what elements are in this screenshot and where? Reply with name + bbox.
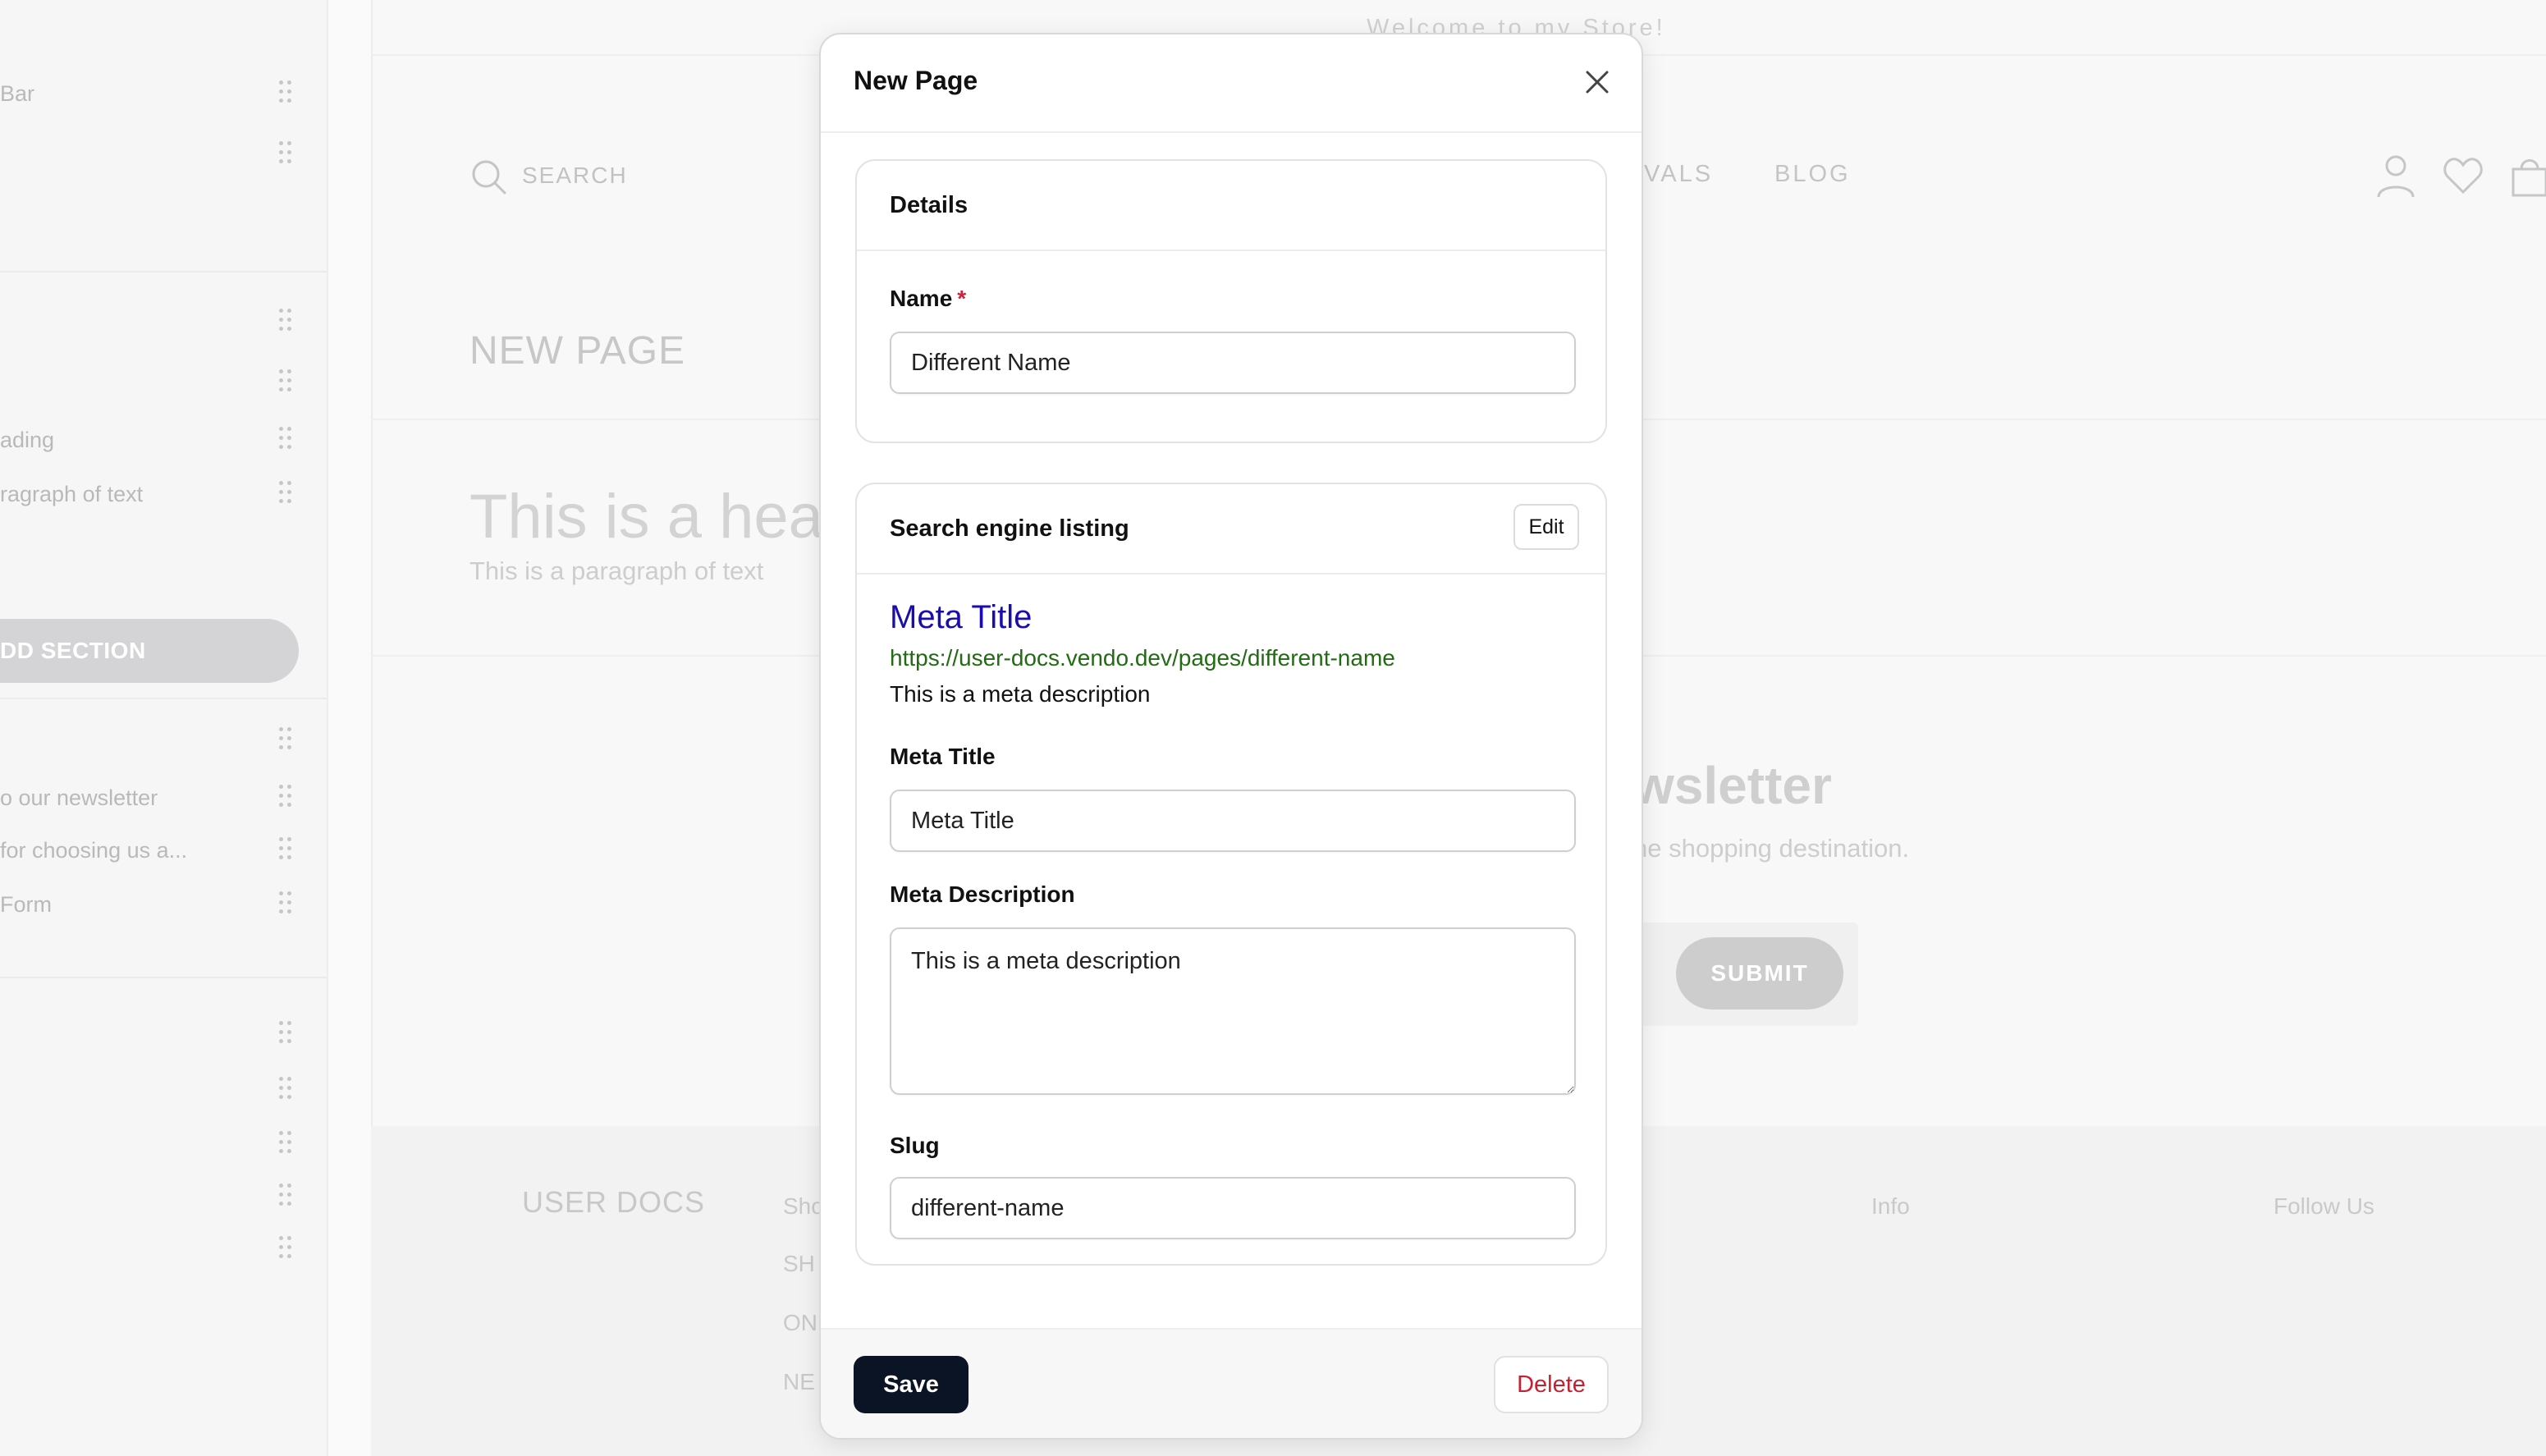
details-card-header: Details (857, 161, 1605, 251)
close-icon[interactable] (1581, 66, 1614, 98)
slug-label: Slug (890, 1133, 940, 1158)
sidebar-block-row[interactable] (0, 297, 327, 346)
sidebar-block-row[interactable] (0, 716, 327, 765)
nav-item-blog[interactable]: BLOG (1774, 161, 1851, 188)
add-section-button[interactable]: DD SECTION (0, 619, 299, 683)
modal-footer: Save Delete (821, 1328, 1642, 1438)
sidebar-block-row[interactable] (0, 1225, 327, 1274)
drag-handle-icon[interactable] (279, 369, 292, 394)
sidebar-block-row[interactable] (0, 1172, 327, 1221)
modal-header: New Page (821, 34, 1642, 133)
search-icon[interactable] (469, 158, 507, 195)
sidebar-divider (0, 698, 327, 699)
seo-preview-description: This is a meta description (890, 681, 1151, 707)
new-page-modal: New Page Details Name* Search engine lis… (819, 33, 1643, 1440)
sidebar-block-row[interactable]: o our newsletter (0, 773, 327, 822)
footer-link[interactable]: SH (783, 1251, 815, 1277)
sidebar-block-row[interactable] (0, 1119, 327, 1169)
drag-handle-icon[interactable] (279, 1131, 292, 1156)
sidebar-block-row[interactable] (0, 1065, 327, 1115)
drag-handle-icon[interactable] (279, 1236, 292, 1261)
footer-link[interactable]: NE (783, 1369, 815, 1395)
seo-preview-url: https://user-docs.vendo.dev/pages/differ… (890, 645, 1395, 671)
meta-title-label: Meta Title (890, 744, 996, 769)
heading-block-preview: This is a hea (469, 482, 823, 552)
details-card: Details Name * (855, 159, 1607, 443)
sidebar-divider (0, 271, 327, 272)
editor-sidebar: Bar ading ragraph of text DD SECTION o o… (0, 0, 328, 1456)
drag-handle-icon[interactable] (279, 1184, 292, 1208)
drag-handle-icon[interactable] (279, 427, 292, 451)
seo-preview-title: Meta Title (890, 599, 1033, 635)
sidebar-block-row[interactable] (0, 1010, 327, 1059)
drag-handle-icon[interactable] (279, 481, 292, 506)
sidebar-block-row[interactable]: Form (0, 880, 327, 929)
name-field-label: Name * (890, 286, 967, 311)
delete-button[interactable]: Delete (1494, 1356, 1609, 1413)
required-marker: * (957, 286, 967, 311)
save-button[interactable]: Save (854, 1356, 968, 1413)
footer-link[interactable]: ON (783, 1310, 817, 1336)
wishlist-heart-icon[interactable] (2443, 153, 2484, 199)
sidebar-block-row[interactable]: ading (0, 415, 327, 465)
name-input[interactable] (890, 332, 1576, 394)
drag-handle-icon[interactable] (279, 727, 292, 752)
account-icon[interactable] (2375, 153, 2416, 199)
search-link[interactable]: SEARCH (522, 163, 628, 189)
footer-info-heading: Info (1871, 1193, 1910, 1219)
drag-handle-icon[interactable] (279, 1021, 292, 1046)
sidebar-block-row[interactable] (0, 358, 327, 407)
paragraph-block-preview: This is a paragraph of text (469, 556, 764, 585)
cart-bag-icon[interactable] (2510, 153, 2546, 199)
newsletter-submit-button[interactable]: SUBMIT (1676, 937, 1843, 1010)
meta-description-textarea[interactable]: This is a meta description (890, 927, 1576, 1095)
drag-handle-icon[interactable] (279, 785, 292, 809)
seo-listing-card: Search engine listing Edit Meta Title ht… (855, 483, 1607, 1266)
drag-handle-icon[interactable] (279, 1077, 292, 1101)
newsletter-subtext-preview: ne shopping destination. (1633, 834, 1910, 863)
sidebar-block-row[interactable]: ragraph of text (0, 469, 327, 519)
slug-input[interactable] (890, 1177, 1576, 1239)
footer-brand: USER DOCS (522, 1185, 706, 1219)
sidebar-block-row[interactable]: for choosing us a... (0, 826, 327, 875)
sidebar-block-row[interactable]: Bar (0, 69, 327, 118)
footer-link[interactable]: Sho (783, 1193, 824, 1220)
meta-title-input[interactable] (890, 790, 1576, 852)
sidebar-divider (0, 977, 327, 978)
drag-handle-icon[interactable] (279, 309, 292, 333)
page-title-preview: NEW PAGE (469, 329, 686, 373)
details-card-title: Details (890, 192, 968, 218)
drag-handle-icon[interactable] (279, 80, 292, 105)
sidebar-block-row[interactable] (0, 130, 327, 179)
seo-card-title: Search engine listing (890, 515, 1129, 542)
seo-edit-button[interactable]: Edit (1513, 504, 1579, 550)
drag-handle-icon[interactable] (279, 141, 292, 166)
nav-item-arrivals[interactable]: IVALS (1635, 161, 1713, 188)
modal-title: New Page (854, 66, 978, 95)
seo-card-header: Search engine listing Edit (857, 484, 1605, 575)
meta-description-label: Meta Description (890, 881, 1075, 907)
drag-handle-icon[interactable] (279, 837, 292, 862)
footer-follow-heading: Follow Us (2274, 1193, 2374, 1219)
drag-handle-icon[interactable] (279, 891, 292, 916)
newsletter-heading-preview: wsletter (1633, 756, 1832, 815)
